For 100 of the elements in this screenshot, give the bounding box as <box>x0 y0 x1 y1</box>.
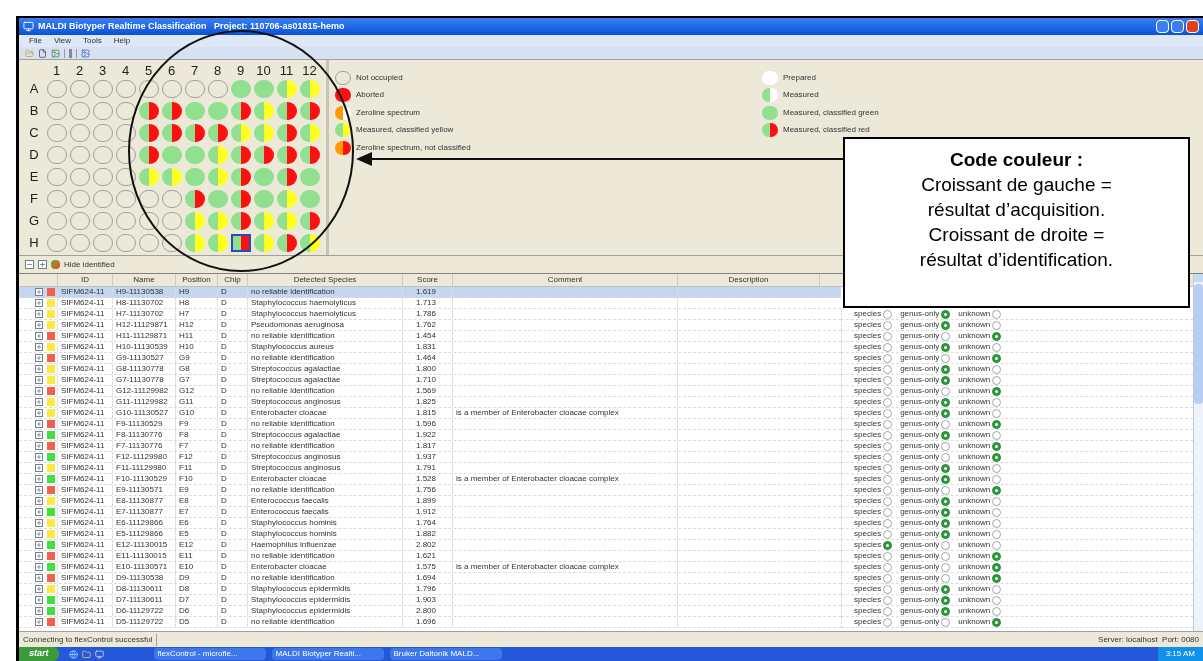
radio-button[interactable] <box>941 518 951 528</box>
expand-button[interactable] <box>35 585 43 593</box>
radio-button[interactable] <box>883 452 893 462</box>
taskbar-button[interactable]: Bruker Daltonik MALD... <box>389 648 502 660</box>
radio-button[interactable] <box>883 353 893 363</box>
expand-button[interactable] <box>35 376 43 384</box>
browser-icon[interactable] <box>68 649 78 659</box>
plate-well[interactable] <box>299 234 320 252</box>
radio-button[interactable] <box>941 320 951 330</box>
radio-button[interactable] <box>883 474 893 484</box>
radio-button[interactable] <box>883 408 893 418</box>
radio-button[interactable] <box>992 584 1002 594</box>
radio-button[interactable] <box>941 430 951 440</box>
radio-button[interactable] <box>941 342 951 352</box>
radio-button[interactable] <box>883 397 893 407</box>
radio-button[interactable] <box>941 397 951 407</box>
radio-button[interactable] <box>992 496 1002 506</box>
column-header[interactable]: Chip <box>217 274 247 286</box>
table-row[interactable]: SIFM624-11 D6-11129722 D6 D Staphylococcus epidermidis 2.800 <box>19 606 841 617</box>
toolbar-label[interactable]: Hide identified <box>64 258 115 271</box>
desktop-icon[interactable] <box>94 649 104 659</box>
table-row[interactable]: SIFM624-11 H9-11130538 H9 D no reliable identification 1.619 <box>19 287 841 298</box>
radio-button[interactable] <box>992 331 1002 341</box>
expand-button[interactable] <box>35 574 43 582</box>
radio-button[interactable] <box>992 518 1002 528</box>
table-row[interactable]: SIFM624-11 E6-11129866 E6 D Staphylococcus hominis 1.764 <box>19 518 841 529</box>
radio-button[interactable] <box>941 419 951 429</box>
legend-swatch[interactable] <box>335 123 351 138</box>
radio-button[interactable] <box>883 320 893 330</box>
legend-swatch[interactable] <box>762 88 778 103</box>
radio-button[interactable] <box>992 386 1002 396</box>
table-row[interactable]: SIFM624-11 E8-11130877 E8 D Enterococcus faecalis 1.899 <box>19 496 841 507</box>
expand-button[interactable] <box>35 475 43 483</box>
radio-button[interactable] <box>941 463 951 473</box>
table-row[interactable]: SIFM624-11 E7-11130877 E7 D Enterococcus faecalis 1.912 <box>19 507 841 518</box>
radio-button[interactable] <box>992 353 1002 363</box>
maximize-button[interactable] <box>1171 20 1184 33</box>
legend-swatch[interactable] <box>762 123 778 138</box>
radio-button[interactable] <box>992 573 1002 583</box>
radio-button[interactable] <box>941 496 951 506</box>
expand-button[interactable] <box>35 519 43 527</box>
radio-button[interactable] <box>941 452 951 462</box>
legend-swatch[interactable] <box>335 88 351 103</box>
table-row[interactable]: SIFM624-11 F12-11129980 F12 D Streptococcus anginosus 1.937 <box>19 452 841 463</box>
scrollbar[interactable] <box>1193 274 1203 631</box>
expand-button[interactable] <box>35 431 43 439</box>
radio-button[interactable] <box>941 562 951 572</box>
table-row[interactable]: SIFM624-11 H12-11129871 H12 D Pseudomonas aeruginosa 1.762 <box>19 320 841 331</box>
expand-button[interactable] <box>35 310 43 318</box>
expand-button[interactable] <box>35 618 43 626</box>
radio-button[interactable] <box>883 551 893 561</box>
table-row[interactable]: SIFM624-11 H8-11130702 H8 D Staphylococcus haemolyticus 1.713 <box>19 298 841 309</box>
column-header[interactable]: Name <box>112 274 175 286</box>
table-row[interactable]: SIFM624-11 E9-11130571 E9 D no reliable identification 1.756 <box>19 485 841 496</box>
taskbar-button[interactable]: MALDI Biotyper Realti... <box>271 648 384 660</box>
table-row[interactable]: SIFM624-11 F8-11130776 F8 D Streptococcus agalactiae 1.922 <box>19 430 841 441</box>
radio-button[interactable] <box>941 386 951 396</box>
table-row[interactable]: SIFM624-11 F7-11130776 F7 D no reliable identification 1.817 <box>19 441 841 452</box>
radio-button[interactable] <box>941 309 951 319</box>
expand-button[interactable] <box>35 332 43 340</box>
radio-button[interactable] <box>941 584 951 594</box>
radio-button[interactable] <box>992 364 1002 374</box>
legend-swatch[interactable] <box>762 105 778 120</box>
table-row[interactable]: SIFM624-11 G7-11130778 G7 D Streptococcus agalactiae 1.710 <box>19 375 841 386</box>
table-row[interactable]: SIFM624-11 G12-11129982 G12 D no reliable identification 1.569 <box>19 386 841 397</box>
radio-button[interactable] <box>941 485 951 495</box>
table-row[interactable]: SIFM624-11 F11-11129980 F11 D Streptococcus anginosus 1.791 <box>19 463 841 474</box>
radio-button[interactable] <box>883 430 893 440</box>
radio-button[interactable] <box>941 441 951 451</box>
radio-button[interactable] <box>883 595 893 605</box>
table-row[interactable]: SIFM624-11 F9-11130529 F9 D no reliable identification 1.596 <box>19 419 841 430</box>
radio-button[interactable] <box>992 408 1002 418</box>
start-button[interactable]: start <box>19 647 59 661</box>
radio-button[interactable] <box>883 364 893 374</box>
expand-button[interactable] <box>35 541 43 549</box>
expand-button[interactable] <box>35 552 43 560</box>
radio-button[interactable] <box>883 496 893 506</box>
table-row[interactable]: SIFM624-11 E12-11130015 E12 D Haemophilus influenzae 2.802 <box>19 540 841 551</box>
radio-button[interactable] <box>992 375 1002 385</box>
radio-button[interactable] <box>883 419 893 429</box>
expand-button[interactable] <box>35 497 43 505</box>
radio-button[interactable] <box>992 540 1002 550</box>
radio-button[interactable] <box>992 342 1002 352</box>
table-row[interactable]: SIFM624-11 D5-11129722 D5 D no reliable identification 1.696 <box>19 617 841 628</box>
radio-button[interactable] <box>941 331 951 341</box>
table-row[interactable]: SIFM624-11 H7-11130702 H7 D Staphylococcus haemolyticus 1.786 <box>19 309 841 320</box>
expand-button[interactable] <box>35 508 43 516</box>
radio-button[interactable] <box>992 606 1002 616</box>
legend-swatch[interactable] <box>335 105 351 120</box>
taskbar-button[interactable]: flexControl - microfle... <box>153 648 266 660</box>
radio-button[interactable] <box>883 606 893 616</box>
radio-button[interactable] <box>883 485 893 495</box>
table-row[interactable]: SIFM624-11 E11-11130015 E11 D no reliable identification 1.621 <box>19 551 841 562</box>
radio-button[interactable] <box>883 309 893 319</box>
new-document-icon[interactable] <box>38 48 47 58</box>
column-header[interactable]: Comment <box>452 274 677 286</box>
collapse-all-button[interactable] <box>25 260 34 269</box>
radio-button[interactable] <box>883 573 893 583</box>
expand-button[interactable] <box>35 354 43 362</box>
radio-button[interactable] <box>883 375 893 385</box>
